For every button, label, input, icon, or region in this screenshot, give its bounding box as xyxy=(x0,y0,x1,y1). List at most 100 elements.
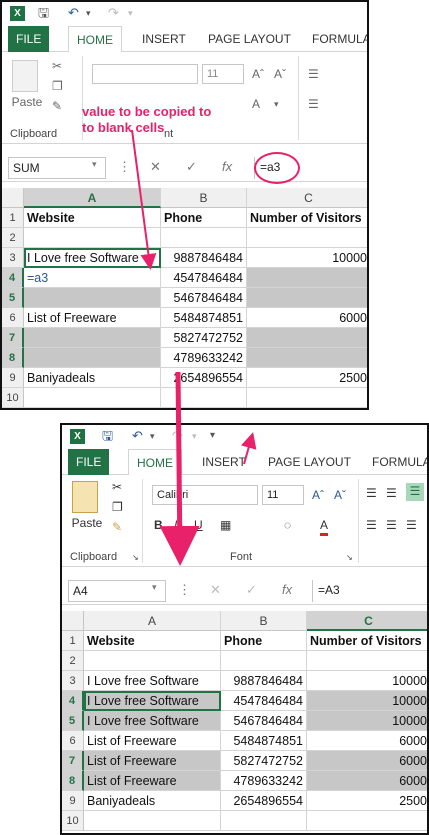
cancel-icon[interactable]: ✕ xyxy=(210,582,221,598)
copy-icon[interactable]: ❐ xyxy=(52,78,63,94)
undo-dropdown-icon[interactable]: ▾ xyxy=(86,5,91,21)
cell-b4[interactable]: 4547846484 xyxy=(221,691,307,711)
cell-b6[interactable]: 5484874851 xyxy=(161,308,247,328)
cell-c10[interactable] xyxy=(247,388,367,408)
italic-icon[interactable]: I xyxy=(174,517,177,533)
cell-b6[interactable]: 5484874851 xyxy=(221,731,307,751)
row-header[interactable]: 10 xyxy=(62,811,84,831)
tab-page-layout[interactable]: PAGE LAYOUT xyxy=(260,449,359,475)
row-header[interactable]: 1 xyxy=(62,631,84,651)
select-all-corner[interactable] xyxy=(2,188,24,208)
customize-toolbar-icon[interactable]: ▾ xyxy=(210,428,215,444)
cell-a5[interactable]: I Love free Software xyxy=(84,711,221,731)
cell-b8[interactable]: 4789633242 xyxy=(221,771,307,791)
tab-insert[interactable]: INSERT xyxy=(134,26,194,52)
tab-formulas[interactable]: FORMULAS xyxy=(364,449,427,475)
cell-a9[interactable]: Baniyadeals xyxy=(24,368,161,388)
cell-a3[interactable]: I Love free Software xyxy=(84,671,221,691)
font-name-field[interactable] xyxy=(92,64,198,84)
row-header[interactable]: 8 xyxy=(2,348,24,368)
copy-icon[interactable]: ❐ xyxy=(112,499,123,515)
cell-b5[interactable]: 5467846484 xyxy=(221,711,307,731)
increase-font-icon[interactable]: Aˆ xyxy=(312,487,324,503)
underline-icon[interactable]: U xyxy=(194,517,203,533)
row-header[interactable]: 4 xyxy=(2,268,24,288)
borders-icon[interactable]: ▦ xyxy=(220,517,231,533)
fill-color-icon[interactable]: ◌ xyxy=(284,517,291,533)
cell-a3[interactable]: I Love free Software xyxy=(24,248,161,268)
column-header-a[interactable]: A xyxy=(24,188,161,208)
cell-a1[interactable]: Website xyxy=(84,631,221,651)
cell-c7[interactable] xyxy=(247,328,367,348)
formula-input[interactable]: =A3 xyxy=(312,580,427,602)
undo-icon[interactable]: ↶ xyxy=(68,5,79,21)
row-header[interactable]: 2 xyxy=(62,651,84,671)
cell-c2[interactable] xyxy=(247,228,367,248)
undo-dropdown-icon[interactable]: ▾ xyxy=(150,428,155,444)
cut-icon[interactable]: ✂ xyxy=(52,58,62,74)
row-header[interactable]: 7 xyxy=(62,751,84,771)
row-header[interactable]: 5 xyxy=(2,288,24,308)
cell-b9[interactable]: 2654896554 xyxy=(221,791,307,811)
row-header[interactable]: 4 xyxy=(62,691,84,711)
cell-c5[interactable] xyxy=(247,288,367,308)
redo-icon[interactable]: ↷ xyxy=(108,5,119,21)
row-header[interactable]: 6 xyxy=(2,308,24,328)
cell-c6[interactable]: 6000 xyxy=(307,731,427,751)
font-color-icon[interactable]: A xyxy=(252,96,260,112)
cell-a5[interactable] xyxy=(24,288,161,308)
tab-file[interactable]: FILE xyxy=(68,449,110,475)
cell-a6[interactable]: List of Freeware xyxy=(84,731,221,751)
cell-b9[interactable]: 2654896554 xyxy=(161,368,247,388)
cell-c3[interactable]: 10000 xyxy=(307,671,427,691)
decrease-font-icon[interactable]: Aˇ xyxy=(274,66,286,82)
format-painter-icon[interactable]: ✎ xyxy=(52,98,62,114)
format-painter-icon[interactable]: ✎ xyxy=(112,519,122,535)
cell-a2[interactable] xyxy=(84,651,221,671)
row-header[interactable]: 1 xyxy=(2,208,24,228)
select-all-corner[interactable] xyxy=(62,611,84,631)
cell-c2[interactable] xyxy=(307,651,427,671)
redo-icon[interactable]: ↷ xyxy=(172,428,183,444)
cell-a6[interactable]: List of Freeware xyxy=(24,308,161,328)
cell-c8[interactable]: 6000 xyxy=(307,771,427,791)
font-launcher-icon[interactable]: ↘ xyxy=(346,553,353,562)
cell-b2[interactable] xyxy=(161,228,247,248)
cell-c9[interactable]: 2500 xyxy=(307,791,427,811)
cell-c10[interactable] xyxy=(307,811,427,831)
row-header[interactable]: 2 xyxy=(2,228,24,248)
tab-insert[interactable]: INSERT xyxy=(194,449,254,475)
cell-b7[interactable]: 5827472752 xyxy=(161,328,247,348)
cell-b1[interactable]: Phone xyxy=(161,208,247,228)
align-center-icon[interactable]: ☰ xyxy=(386,517,397,533)
cell-c6[interactable]: 6000 xyxy=(247,308,367,328)
cell-a9[interactable]: Baniyadeals xyxy=(84,791,221,811)
cell-a10[interactable] xyxy=(24,388,161,408)
row-header[interactable]: 7 xyxy=(2,328,24,348)
save-icon[interactable]: 🖫 xyxy=(38,5,49,21)
cell-c7[interactable]: 6000 xyxy=(307,751,427,771)
align-left-icon[interactable]: ☰ xyxy=(366,517,377,533)
align-top-icon[interactable]: ☰ xyxy=(308,66,319,82)
row-header[interactable]: 6 xyxy=(62,731,84,751)
font-size-field[interactable]: 11 xyxy=(262,485,304,505)
tab-formulas[interactable]: FORMULAS xyxy=(304,26,367,52)
font-size-field[interactable]: 11 xyxy=(202,64,244,84)
cell-b10[interactable] xyxy=(221,811,307,831)
increase-font-icon[interactable]: Aˆ xyxy=(252,66,264,82)
cell-b10[interactable] xyxy=(161,388,247,408)
row-header[interactable]: 9 xyxy=(62,791,84,811)
row-header[interactable]: 5 xyxy=(62,711,84,731)
cell-b5[interactable]: 5467846484 xyxy=(161,288,247,308)
paste-icon[interactable] xyxy=(12,60,38,92)
column-header-a[interactable]: A xyxy=(84,611,221,631)
cell-a4[interactable]: I Love free Software xyxy=(84,691,221,711)
column-header-b[interactable]: B xyxy=(221,611,307,631)
align-left-icon[interactable]: ☰ xyxy=(308,96,319,112)
tab-page-layout[interactable]: PAGE LAYOUT xyxy=(200,26,299,52)
cut-icon[interactable]: ✂ xyxy=(112,479,122,495)
tab-file[interactable]: FILE xyxy=(8,26,50,52)
cell-a1[interactable]: Website xyxy=(24,208,161,228)
redo-dropdown-icon[interactable]: ▾ xyxy=(128,5,133,21)
cell-c4[interactable]: 10000 xyxy=(307,691,427,711)
